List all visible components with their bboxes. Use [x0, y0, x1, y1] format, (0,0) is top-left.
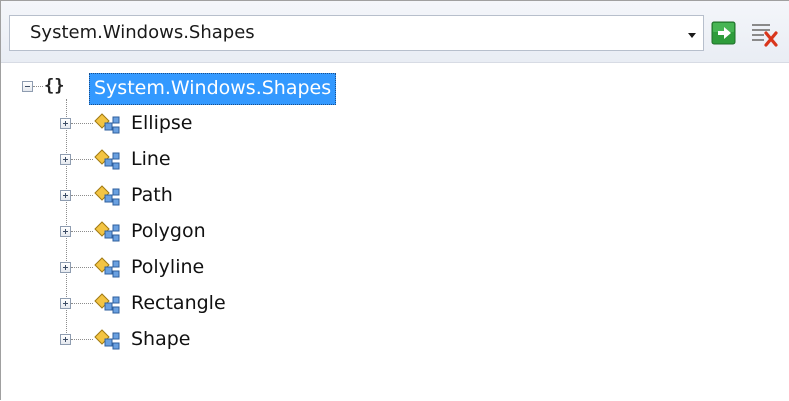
tree-connector [71, 195, 93, 196]
namespace-combobox-value: System.Windows.Shapes [30, 22, 255, 43]
class-icon [94, 185, 120, 206]
tree-connector [71, 123, 93, 124]
class-tree: {} System.Windows.Shapes Ellipse Line Pa… [1, 63, 789, 401]
namespace-combobox[interactable]: System.Windows.Shapes [9, 15, 704, 51]
dropdown-arrow-icon[interactable] [681, 16, 703, 52]
class-icon [94, 113, 120, 134]
clear-search-button[interactable] [749, 18, 779, 48]
class-icon [94, 149, 120, 170]
namespace-icon: {} [44, 76, 65, 96]
expand-toggle[interactable] [60, 226, 71, 237]
tree-node-label: Path [131, 184, 173, 206]
tree-node-label: Line [131, 148, 171, 170]
tree-connector [71, 303, 93, 304]
tree-root-label[interactable]: System.Windows.Shapes [89, 73, 337, 105]
expand-toggle[interactable] [60, 154, 71, 165]
class-icon [94, 293, 120, 314]
tree-connector [71, 159, 93, 160]
expand-toggle[interactable] [60, 118, 71, 129]
tree-node-label: Polygon [131, 220, 206, 242]
expand-toggle[interactable] [60, 262, 71, 273]
tree-node-label: Ellipse [131, 112, 193, 134]
tree-connector [33, 86, 43, 87]
expand-toggle[interactable] [60, 334, 71, 345]
expand-toggle[interactable] [60, 190, 71, 201]
tree-node-label: Shape [131, 328, 191, 350]
root-collapse-toggle[interactable] [22, 81, 33, 92]
toolbar: System.Windows.Shapes [1, 1, 789, 63]
class-icon [94, 329, 120, 350]
class-icon [94, 257, 120, 278]
class-icon [94, 221, 120, 242]
tree-node-label: Polyline [131, 256, 205, 278]
tree-connector [71, 231, 93, 232]
tree-node-label: Rectangle [131, 292, 226, 314]
expand-toggle[interactable] [60, 298, 71, 309]
tree-connector [71, 267, 93, 268]
go-button[interactable] [709, 18, 739, 48]
object-browser-window: System.Windows.Shapes {} System.Windows.… [0, 0, 789, 400]
tree-connector [71, 339, 93, 340]
